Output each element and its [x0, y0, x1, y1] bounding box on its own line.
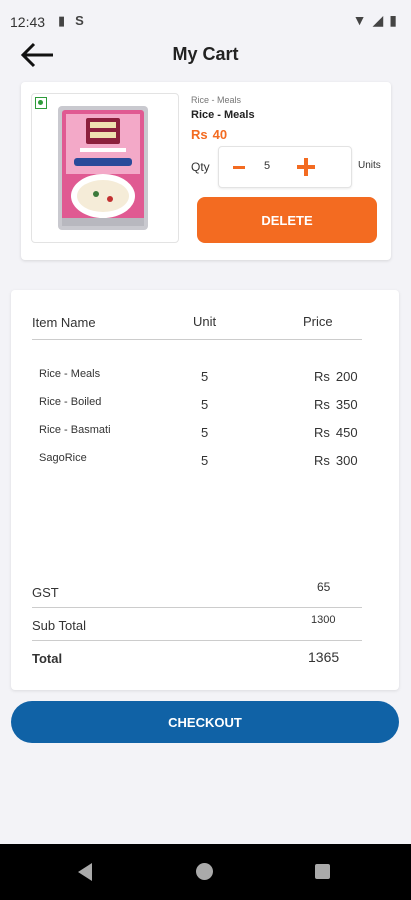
- system-nav-bar: [0, 844, 411, 900]
- table-row-name: Rice - Basmati: [39, 424, 111, 436]
- table-row-price: Rs 200: [314, 369, 358, 384]
- veg-badge-icon: [35, 97, 47, 109]
- product-image[interactable]: [31, 93, 179, 243]
- total-value: 1365: [308, 649, 340, 665]
- header-price: Price: [303, 314, 333, 329]
- table-row-unit: 5: [201, 425, 209, 440]
- quantity-stepper: 5: [218, 146, 352, 188]
- table-row-name: SagoRice: [39, 452, 87, 464]
- sim-icon: S: [75, 13, 84, 28]
- battery-icon: ▮: [389, 12, 397, 28]
- header-divider: [32, 339, 362, 340]
- sd-card-icon: ▮: [58, 13, 66, 28]
- table-row-unit: 5: [201, 369, 209, 384]
- page-title: My Cart: [172, 44, 239, 64]
- plus-icon[interactable]: [291, 153, 321, 181]
- product-name: Rice - Meals: [191, 109, 255, 121]
- cart-item-card: Rice - Meals Rice - Meals Rs 40 Qty 5 Un…: [21, 82, 391, 260]
- checkout-button[interactable]: CHECKOUT: [11, 701, 399, 743]
- qty-label: Qty: [191, 160, 210, 174]
- table-row-name: Rice - Boiled: [39, 396, 102, 408]
- total-label: Total: [32, 651, 63, 666]
- gst-value: 65: [317, 580, 331, 594]
- price-currency: Rs: [191, 127, 208, 142]
- units-label: Units: [358, 160, 381, 171]
- nav-home-icon[interactable]: [196, 863, 213, 880]
- table-row-name: Rice - Meals: [39, 368, 101, 380]
- header-item-name: Item Name: [32, 315, 96, 330]
- table-row-price: Rs 450: [314, 425, 358, 440]
- table-row-unit: 5: [201, 453, 209, 468]
- subtotal-value: 1300: [311, 614, 336, 626]
- order-summary-card: Item Name Unit Price Rice - Meals 5 Rs 20…: [11, 290, 399, 690]
- table-row-price: Rs 300: [314, 453, 358, 468]
- product-category: Rice - Meals: [191, 95, 242, 105]
- table-row-unit: 5: [201, 397, 209, 412]
- product-price: Rs 40: [191, 127, 227, 142]
- delete-button[interactable]: DELETE: [197, 197, 377, 243]
- minus-icon[interactable]: [225, 153, 253, 181]
- signal-icon: ◢: [372, 12, 384, 28]
- status-time: 12:43: [10, 14, 46, 30]
- wifi-icon: ▼: [352, 12, 367, 28]
- status-bar: 12:43 ▮ S ▼ ◢ ▮: [0, 0, 411, 42]
- subtotal-label: Sub Total: [32, 618, 86, 633]
- table-row-price: Rs 350: [314, 397, 358, 412]
- rice-bag-image: [58, 106, 148, 230]
- app-header: My Cart: [0, 42, 411, 72]
- price-value: 40: [212, 127, 228, 142]
- nav-back-icon[interactable]: [78, 863, 92, 881]
- subtotal-divider: [32, 640, 362, 641]
- gst-label: GST: [32, 585, 59, 600]
- nav-recents-icon[interactable]: [315, 864, 330, 879]
- gst-divider: [32, 607, 362, 608]
- header-unit: Unit: [193, 314, 217, 329]
- quantity-value: 5: [263, 160, 271, 172]
